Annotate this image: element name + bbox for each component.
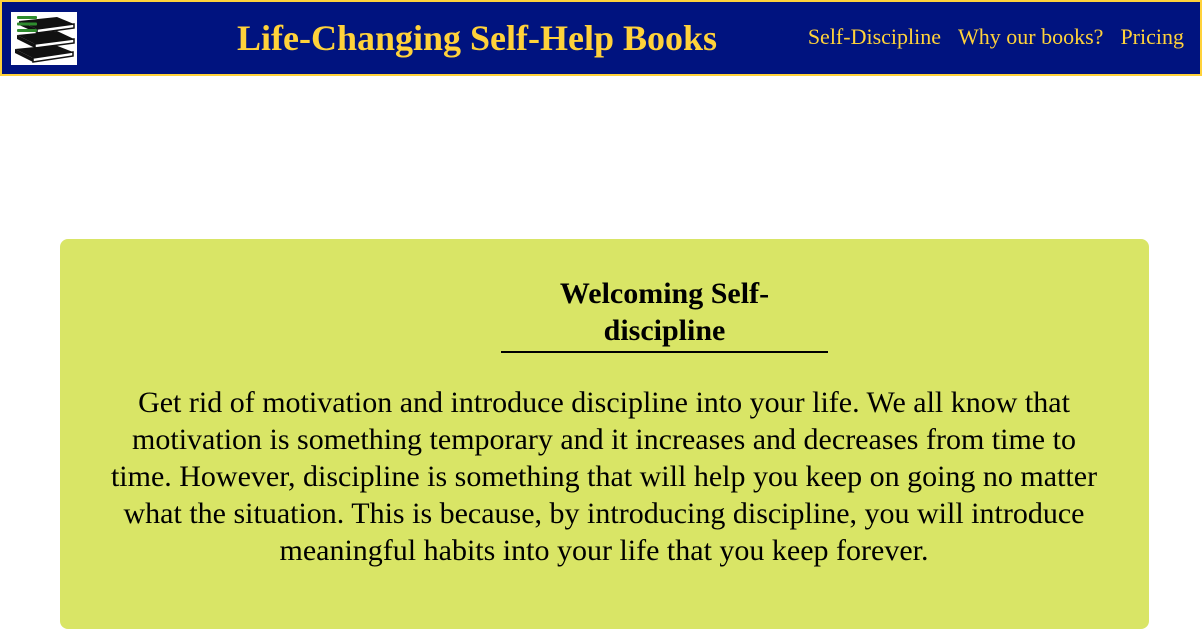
main-nav: Self-Discipline Why our books? Pricing bbox=[808, 22, 1184, 52]
nav-link-why-our-books[interactable]: Why our books? bbox=[958, 22, 1103, 52]
card-paragraph: Get rid of motivation and introduce disc… bbox=[110, 386, 1098, 567]
nav-link-pricing[interactable]: Pricing bbox=[1120, 22, 1184, 52]
site-title: Life-Changing Self-Help Books bbox=[237, 18, 718, 58]
nav-link-self-discipline[interactable]: Self-Discipline bbox=[808, 22, 941, 52]
intro-card: Welcoming Self- discipline Get rid of mo… bbox=[60, 239, 1149, 629]
site-header: Life-Changing Self-Help Books Self-Disci… bbox=[0, 0, 1202, 76]
card-heading: Welcoming Self- discipline bbox=[501, 275, 828, 353]
card-heading-line-1: Welcoming Self- bbox=[559, 277, 770, 310]
hamburger-menu-icon[interactable] bbox=[16, 13, 38, 35]
menu-bars-icon bbox=[17, 16, 37, 32]
card-heading-line-2: discipline bbox=[603, 314, 726, 347]
